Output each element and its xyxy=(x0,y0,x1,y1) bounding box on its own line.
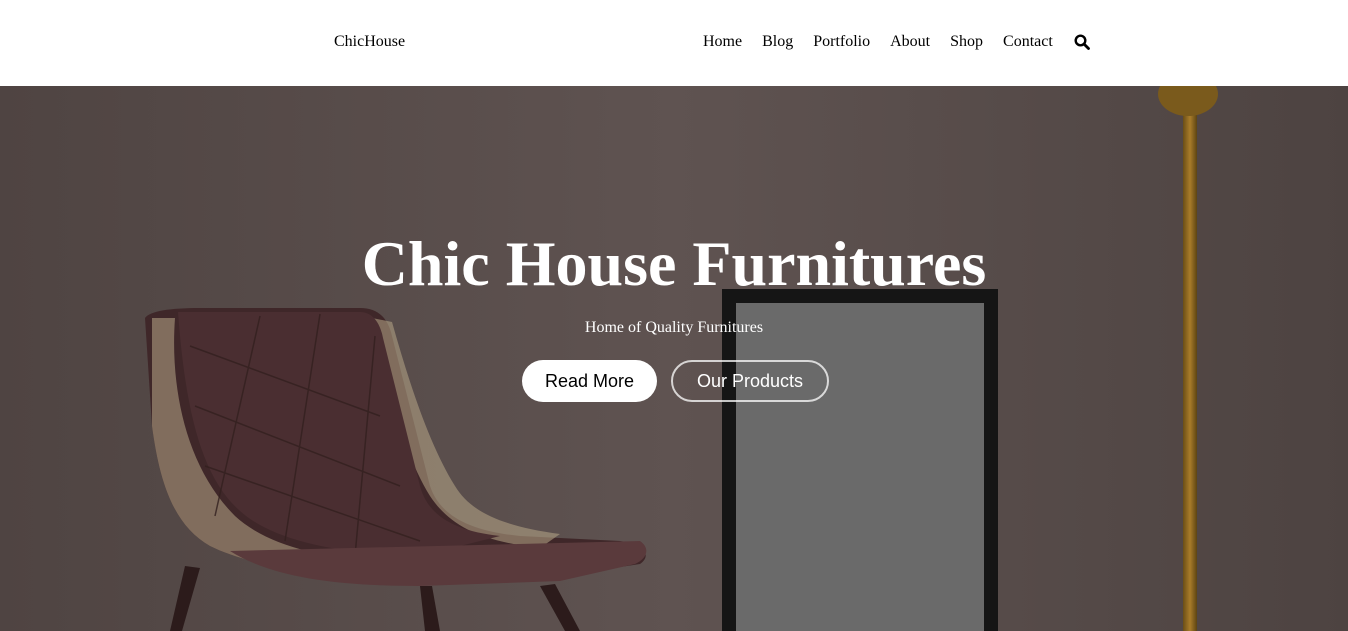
site-header: ChicHouse Home Blog Portfolio About Shop… xyxy=(0,0,1348,86)
hero-section: Chic House Furnitures Home of Quality Fu… xyxy=(0,86,1348,631)
read-more-button[interactable]: Read More xyxy=(522,360,657,402)
nav-blog[interactable]: Blog xyxy=(762,33,793,51)
main-nav: Home Blog Portfolio About Shop Contact xyxy=(703,33,1090,51)
site-logo[interactable]: ChicHouse xyxy=(334,33,405,51)
nav-home[interactable]: Home xyxy=(703,33,742,51)
mirror-frame-illustration xyxy=(722,289,998,631)
nav-portfolio[interactable]: Portfolio xyxy=(813,33,870,51)
search-icon[interactable] xyxy=(1074,34,1090,50)
nav-about[interactable]: About xyxy=(890,33,930,51)
hero-title: Chic House Furnitures xyxy=(361,228,987,299)
our-products-button[interactable]: Our Products xyxy=(671,360,829,402)
nav-contact[interactable]: Contact xyxy=(1003,33,1053,51)
hero-background-image xyxy=(0,86,1348,631)
nav-shop[interactable]: Shop xyxy=(950,33,983,51)
hero-subtitle: Home of Quality Furnitures xyxy=(584,319,764,336)
